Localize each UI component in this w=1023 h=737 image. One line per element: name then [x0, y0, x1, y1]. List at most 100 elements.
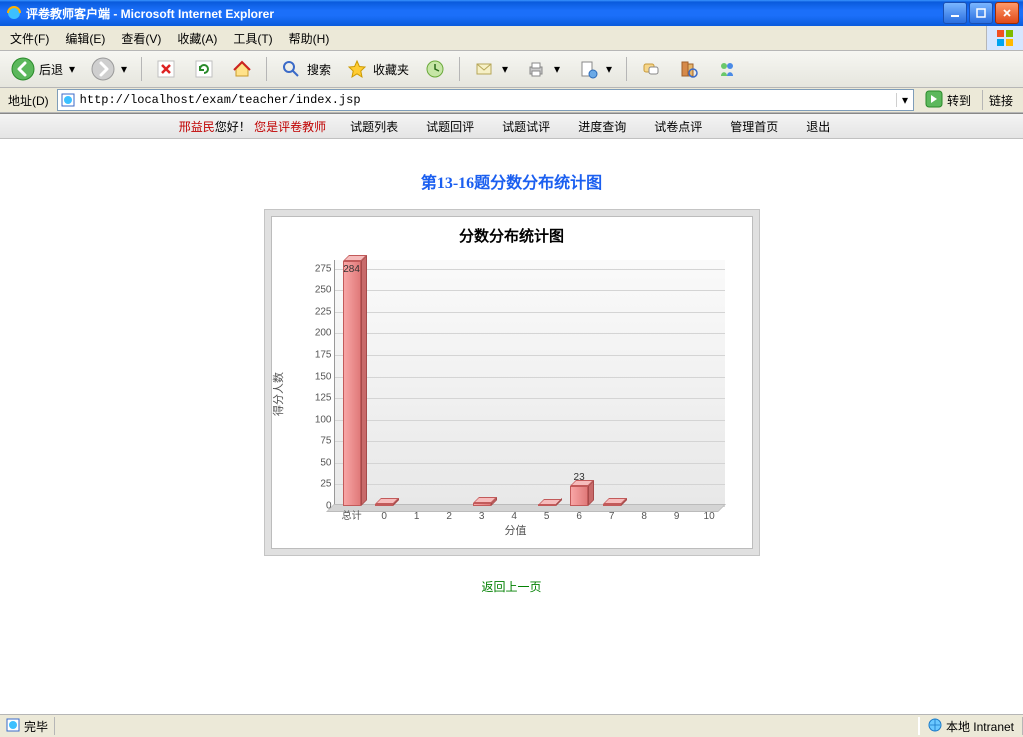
- search-button[interactable]: 搜索: [274, 54, 336, 84]
- history-icon: [423, 57, 447, 81]
- toolbar-separator: [626, 57, 627, 81]
- favorites-button[interactable]: 收藏夹: [340, 54, 414, 84]
- chart-container: 分数分布统计图 得分人数 28423 分值 025507510012515017…: [264, 209, 760, 556]
- nav-question-list[interactable]: 试题列表: [350, 118, 398, 135]
- y-tick: 150: [296, 371, 332, 382]
- minimize-button[interactable]: [943, 2, 967, 24]
- page-viewport: 邢益民您好！ 您是评卷教师 试题列表 试题回评 试题试评 进度查询 试卷点评 管…: [0, 113, 1023, 714]
- x-tick: 4: [498, 511, 530, 522]
- address-dropdown-icon[interactable]: ▾: [896, 93, 913, 107]
- messenger-button[interactable]: [710, 54, 744, 84]
- forward-button[interactable]: ▾: [86, 54, 134, 84]
- edit-icon: [576, 57, 600, 81]
- x-tick: 2: [433, 511, 465, 522]
- print-dropdown-icon[interactable]: ▾: [552, 62, 562, 76]
- back-label: 后退: [39, 61, 63, 78]
- toolbar: 后退 ▾ ▾ 搜索 收藏夹 ▾ ▾ ▾: [0, 51, 1023, 88]
- bar: [375, 504, 393, 506]
- x-tick: 3: [466, 511, 498, 522]
- zone-text: 本地 Intranet: [946, 718, 1014, 735]
- forward-dropdown-icon[interactable]: ▾: [119, 62, 129, 76]
- menu-file[interactable]: 文件(F): [4, 28, 55, 49]
- status-fill: [54, 717, 919, 735]
- edit-button[interactable]: ▾: [571, 54, 619, 84]
- nav-trial[interactable]: 试题试评: [502, 118, 550, 135]
- refresh-button[interactable]: [187, 54, 221, 84]
- toolbar-separator: [141, 57, 142, 81]
- research-button[interactable]: [672, 54, 706, 84]
- nav-admin[interactable]: 管理首页: [730, 118, 778, 135]
- print-icon: [524, 57, 548, 81]
- chart-title: 分数分布统计图: [278, 225, 746, 246]
- go-button[interactable]: 转到: [918, 89, 978, 111]
- favorites-label: 收藏夹: [373, 61, 409, 78]
- menu-favorites[interactable]: 收藏(A): [171, 28, 223, 49]
- mail-icon: [472, 57, 496, 81]
- search-label: 搜索: [307, 61, 331, 78]
- go-icon: [925, 90, 943, 111]
- y-tick: 225: [296, 306, 332, 317]
- bar: 284: [343, 261, 361, 506]
- discuss-button[interactable]: [634, 54, 668, 84]
- x-tick: 6: [563, 511, 595, 522]
- x-tick: 9: [661, 511, 693, 522]
- security-zone: 本地 Intranet: [919, 717, 1023, 735]
- home-button[interactable]: [225, 54, 259, 84]
- back-link[interactable]: 返回上一页: [481, 580, 541, 594]
- mail-dropdown-icon[interactable]: ▾: [500, 62, 510, 76]
- x-tick: 7: [596, 511, 628, 522]
- back-button[interactable]: 后退 ▾: [6, 54, 82, 84]
- page-title: 第13-16题分数分布统计图: [20, 169, 1003, 193]
- research-icon: [677, 57, 701, 81]
- star-icon: [345, 57, 369, 81]
- page-body: 第13-16题分数分布统计图 分数分布统计图 得分人数 28423 分值 025…: [0, 139, 1023, 615]
- username: 邢益民: [179, 120, 215, 134]
- nav-logout[interactable]: 退出: [806, 118, 830, 135]
- app-nav-bar: 邢益民您好！ 您是评卷教师 试题列表 试题回评 试题试评 进度查询 试卷点评 管…: [0, 114, 1023, 139]
- toolbar-separator: [459, 57, 460, 81]
- url-input[interactable]: [78, 90, 896, 110]
- stop-button[interactable]: [149, 54, 183, 84]
- x-tick: 10: [693, 511, 725, 522]
- edit-dropdown-icon[interactable]: ▾: [604, 62, 614, 76]
- stop-icon: [154, 57, 178, 81]
- bar: [603, 504, 621, 506]
- bar: 23: [570, 486, 588, 506]
- x-tick: 总计: [336, 507, 368, 522]
- maximize-button[interactable]: [969, 2, 993, 24]
- history-button[interactable]: [418, 54, 452, 84]
- title-bar: 评卷教师客户端 - Microsoft Internet Explorer: [0, 0, 1023, 26]
- intranet-icon: [928, 718, 942, 735]
- done-icon: [6, 718, 20, 735]
- mail-button[interactable]: ▾: [467, 54, 515, 84]
- chart-plot: 得分人数 28423 分值 02550751001251501752002252…: [296, 254, 736, 534]
- y-tick: 100: [296, 414, 332, 425]
- back-dropdown-icon[interactable]: ▾: [67, 62, 77, 76]
- search-icon: [279, 57, 303, 81]
- menu-edit[interactable]: 编辑(E): [59, 28, 111, 49]
- page-favicon-icon: [60, 92, 76, 108]
- browser-window: 评卷教师客户端 - Microsoft Internet Explorer 文件…: [0, 0, 1023, 737]
- links-label[interactable]: 链接: [982, 90, 1019, 110]
- y-tick: 200: [296, 328, 332, 339]
- x-tick: 5: [531, 511, 563, 522]
- nav-progress[interactable]: 进度查询: [578, 118, 626, 135]
- ie-throbber-icon: [986, 26, 1023, 50]
- y-tick: 50: [296, 457, 332, 468]
- y-tick: 275: [296, 263, 332, 274]
- bar-value-label: 284: [343, 264, 361, 275]
- address-field[interactable]: ▾: [57, 89, 914, 111]
- home-icon: [230, 57, 254, 81]
- messenger-icon: [715, 57, 739, 81]
- print-button[interactable]: ▾: [519, 54, 567, 84]
- menu-view[interactable]: 查看(V): [115, 28, 167, 49]
- menu-tools[interactable]: 工具(T): [227, 28, 278, 49]
- nav-review[interactable]: 试题回评: [426, 118, 474, 135]
- menu-help[interactable]: 帮助(H): [283, 28, 336, 49]
- menu-bar: 文件(F) 编辑(E) 查看(V) 收藏(A) 工具(T) 帮助(H): [0, 26, 1023, 51]
- window-controls: [943, 2, 1019, 24]
- status-bar: 完毕 本地 Intranet: [0, 714, 1023, 737]
- nav-comment[interactable]: 试卷点评: [654, 118, 702, 135]
- close-button[interactable]: [995, 2, 1019, 24]
- y-tick: 25: [296, 479, 332, 490]
